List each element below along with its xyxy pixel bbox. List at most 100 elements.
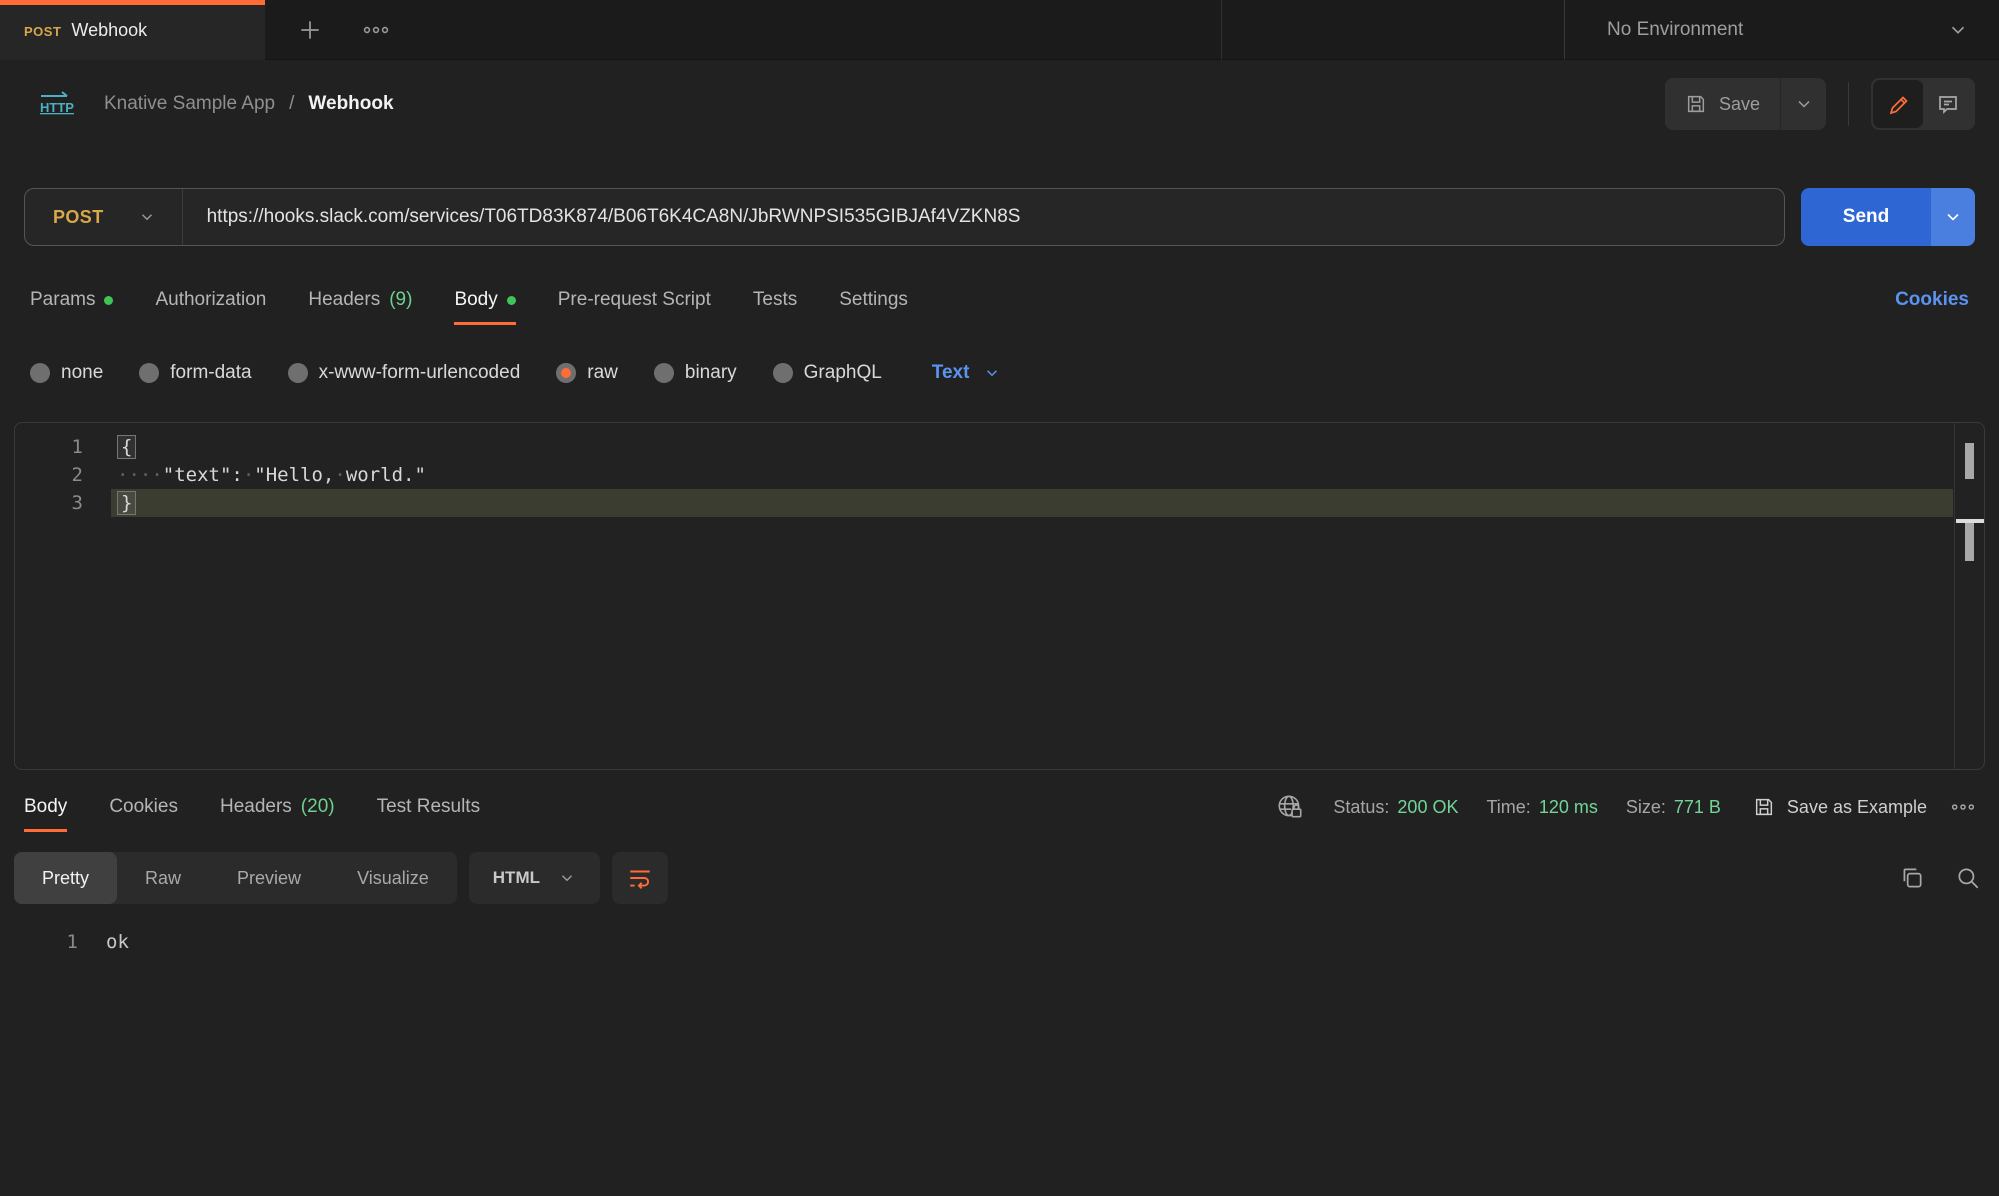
bracket-highlight: } — [117, 491, 136, 515]
response-tab-test-results[interactable]: Test Results — [377, 796, 480, 818]
tab-headers[interactable]: Headers (9) — [308, 289, 412, 311]
search-icon — [1955, 865, 1981, 891]
more-options-icon — [363, 25, 389, 35]
radio-graphql[interactable]: GraphQL — [773, 362, 882, 384]
radio-raw[interactable]: raw — [556, 362, 618, 384]
send-button[interactable]: Send — [1801, 188, 1931, 246]
response-tab-cookies[interactable]: Cookies — [109, 796, 178, 818]
environment-selector[interactable]: No Environment — [1565, 0, 1999, 60]
view-raw-button[interactable]: Raw — [117, 852, 209, 904]
cookies-link[interactable]: Cookies — [1895, 289, 1969, 311]
editor-line-1: 1 { — [15, 433, 1984, 461]
radio-x-www-form-urlencoded[interactable]: x-www-form-urlencoded — [288, 362, 521, 384]
response-options-button[interactable] — [1951, 802, 1975, 812]
save-icon — [1753, 796, 1775, 818]
breadcrumb-collection[interactable]: Knative Sample App — [104, 93, 275, 115]
line-number: 2 — [15, 461, 111, 489]
tab-settings-label: Settings — [839, 289, 908, 311]
send-options-button[interactable] — [1931, 188, 1975, 246]
radio-raw-label: raw — [587, 362, 618, 384]
response-tab-body[interactable]: Body — [24, 796, 67, 818]
copy-icon — [1899, 865, 1925, 891]
response-tab-headers-label: Headers — [220, 796, 292, 818]
tab-authorization[interactable]: Authorization — [155, 289, 266, 311]
request-body-editor[interactable]: 1 { 2 ····"text":·"Hello,·world." 3 } — [14, 422, 1985, 770]
active-tab-underline — [454, 322, 515, 325]
save-as-example-label: Save as Example — [1787, 797, 1927, 818]
line-number: 1 — [15, 433, 111, 461]
url-input[interactable] — [183, 206, 1784, 228]
radio-binary[interactable]: binary — [654, 362, 737, 384]
method-dropdown[interactable]: POST — [25, 189, 182, 245]
response-tab-headers[interactable]: Headers (20) — [220, 796, 335, 818]
code-token: "Hello, — [254, 464, 334, 486]
new-tab-button[interactable] — [297, 17, 323, 43]
response-line-number: 1 — [0, 928, 78, 956]
scrollbar-thumb[interactable] — [1965, 443, 1974, 479]
save-options-button[interactable] — [1780, 78, 1826, 130]
chevron-down-icon — [138, 208, 156, 226]
response-tab-body-label: Body — [24, 796, 67, 818]
whitespace-dots: · — [243, 464, 254, 486]
time-label: Time: — [1486, 797, 1530, 818]
save-as-example-button[interactable]: Save as Example — [1753, 796, 1927, 818]
tab-headers-label: Headers — [308, 289, 380, 311]
tab-method-badge: POST — [24, 24, 61, 39]
response-body-line: 1 ok — [0, 928, 1999, 956]
response-tab-cookies-label: Cookies — [109, 796, 178, 818]
view-visualize-button[interactable]: Visualize — [329, 852, 457, 904]
comments-button[interactable] — [1923, 80, 1973, 128]
tab-params[interactable]: Params — [30, 289, 113, 311]
network-globe-lock-icon[interactable] — [1275, 792, 1305, 822]
active-tab-underline — [24, 829, 67, 832]
request-tab[interactable]: POST Webhook — [0, 0, 265, 60]
response-tab-test-results-label: Test Results — [377, 796, 480, 818]
code-token: "text": — [163, 464, 243, 486]
code-line: ····"text":·"Hello,·world." — [111, 461, 1953, 489]
breadcrumb-separator: / — [289, 93, 294, 115]
radio-none-label: none — [61, 362, 103, 384]
tab-tests-label: Tests — [753, 289, 797, 311]
tab-options-button[interactable] — [363, 25, 389, 35]
size-label: Size: — [1626, 797, 1666, 818]
tab-bar-spacer — [1222, 0, 1565, 60]
send-button-group: Send — [1801, 188, 1975, 246]
raw-type-dropdown[interactable]: Text — [932, 362, 1002, 384]
tab-authorization-label: Authorization — [155, 289, 266, 311]
whitespace-dots: ···· — [117, 464, 163, 486]
save-icon — [1685, 93, 1707, 115]
tab-strip — [265, 0, 1222, 60]
view-preview-button[interactable]: Preview — [209, 852, 329, 904]
radio-circle — [654, 363, 674, 383]
tab-settings[interactable]: Settings — [839, 289, 908, 311]
body-mode-row: none form-data x-www-form-urlencoded raw… — [30, 354, 1969, 392]
radio-form-data[interactable]: form-data — [139, 362, 251, 384]
tab-pre-request-label: Pre-request Script — [558, 289, 711, 311]
breadcrumb-request-name[interactable]: Webhook — [308, 93, 393, 115]
save-button[interactable]: Save — [1665, 78, 1780, 130]
code-line: } — [111, 489, 1953, 517]
response-headers-count: (20) — [301, 796, 335, 818]
copy-response-button[interactable] — [1899, 865, 1925, 891]
request-tab-bar: POST Webhook No Environment — [0, 0, 1999, 60]
url-builder: POST — [24, 188, 1785, 246]
method-label: POST — [53, 207, 104, 228]
save-button-label: Save — [1719, 94, 1760, 115]
cursor-overview-mark — [1965, 523, 1974, 561]
tab-pre-request-script[interactable]: Pre-request Script — [558, 289, 711, 311]
tab-body[interactable]: Body — [454, 289, 515, 311]
format-dropdown[interactable]: HTML — [469, 852, 600, 904]
tab-params-label: Params — [30, 289, 95, 311]
params-dot-indicator — [104, 296, 113, 305]
edit-mode-button[interactable] — [1873, 80, 1923, 128]
radio-none[interactable]: none — [30, 362, 103, 384]
wrap-lines-button[interactable] — [612, 852, 668, 904]
radio-binary-label: binary — [685, 362, 737, 384]
chevron-down-icon — [983, 364, 1001, 382]
editor-scrollbar[interactable] — [1954, 423, 1984, 769]
search-response-button[interactable] — [1955, 865, 1981, 891]
tab-tests[interactable]: Tests — [753, 289, 797, 311]
chevron-down-icon — [1947, 19, 1969, 41]
view-pretty-button[interactable]: Pretty — [14, 852, 117, 904]
line-number: 3 — [15, 489, 111, 517]
